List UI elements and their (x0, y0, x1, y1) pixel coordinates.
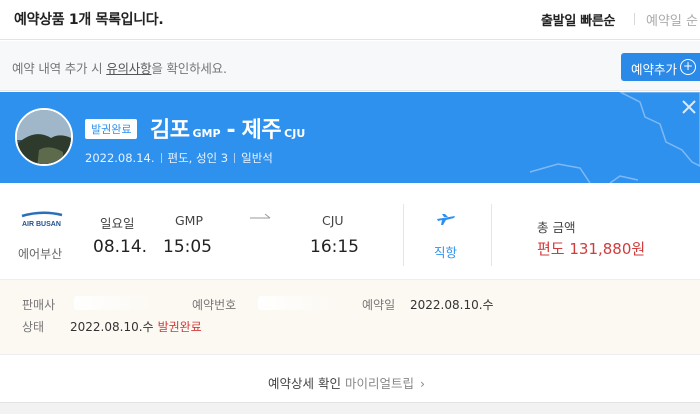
booked-date: 2022.08.10.수 (410, 298, 494, 312)
total-price-label: 총 금액 (537, 220, 576, 235)
notice-text-before: 예약 내역 추가 시 (12, 61, 107, 76)
route-title: 김포 GMP - 제주 CJU (150, 112, 311, 144)
origin-code: GMP (192, 127, 221, 140)
status-value: 2022.08.10.수 발권완료 (70, 318, 202, 335)
meta-divider (234, 153, 236, 163)
seller-redacted (74, 296, 152, 310)
meta-divider (160, 153, 162, 163)
booked-date-label: 예약일 (362, 298, 396, 312)
notice-text: 예약 내역 추가 시 유의사항을 확인하세요. (12, 58, 227, 77)
view-reservation-detail-link[interactable]: 예약상세 확인 마이리얼트립 › (268, 373, 425, 392)
notice-bar: 예약 내역 추가 시 유의사항을 확인하세요. 예약추가 + (0, 41, 700, 91)
close-icon[interactable] (680, 98, 698, 116)
add-reservation-button[interactable]: 예약추가 + (621, 53, 700, 81)
notice-text-after: 을 확인하세요. (151, 61, 227, 76)
status-label: 상태 (22, 320, 45, 334)
route-type: 직항 (434, 245, 458, 260)
status-issued: 발권완료 (157, 320, 202, 334)
sort-divider (634, 13, 635, 25)
seat-class: 일반석 (241, 151, 273, 165)
notice-link[interactable]: 유의사항 (106, 61, 151, 76)
trip-date: 2022.08.14. (85, 151, 155, 165)
departure-date: 08.14. (93, 237, 148, 257)
flight-summary[interactable]: AIR BUSAN 에어부산 일요일 08.14. GMP 15:05 CJU … (0, 196, 700, 276)
list-header: 예약상품 1개 목록입니다. 출발일 빠른순 예약일 순 (0, 0, 700, 40)
route-dash: - (226, 118, 236, 143)
status-date: 2022.08.10.수 (70, 320, 154, 334)
trip-type: 편도, 성인 3 (167, 151, 229, 165)
reservation-details: 판매사 예약번호 예약일 2022.08.10.수 상태 2022.08.10.… (0, 279, 700, 355)
airline-logo-text: AIR BUSAN (22, 221, 61, 228)
flight-divider (403, 204, 404, 266)
plus-circle-icon: + (680, 59, 697, 75)
detail-link-label: 예약상세 확인 (268, 376, 341, 391)
departure-airport: GMP (175, 213, 204, 228)
airline-name: 에어부산 (18, 247, 63, 261)
seller-label: 판매사 (22, 298, 56, 312)
reservation-number-label: 예약번호 (192, 298, 237, 312)
destination-city: 제주 (241, 118, 282, 143)
add-reservation-label: 예약추가 (631, 62, 678, 77)
list-bottom-divider (0, 402, 700, 414)
trip-meta: 2022.08.14. 편도, 성인 3 일반석 (85, 150, 273, 166)
total-price: 편도 131,880원 (537, 240, 646, 258)
reservation-banner[interactable]: 발권완료 김포 GMP - 제주 CJU 2022.08.14. 편도, 성인 3 일반석 (0, 92, 700, 183)
sort-by-booking-date[interactable]: 예약일 순 (646, 10, 698, 29)
reservation-number-redacted (258, 296, 334, 310)
right-arrow-icon (250, 213, 271, 219)
airplane-icon (437, 214, 455, 225)
arrival-airport: CJU (322, 213, 344, 228)
arrival-time: 16:15 (310, 237, 359, 257)
map-background (529, 92, 700, 183)
air-busan-logo: AIR BUSAN (21, 211, 63, 228)
sort-by-departure[interactable]: 출발일 빠른순 (541, 10, 615, 29)
departure-time: 15:05 (163, 237, 212, 257)
departure-day: 일요일 (100, 216, 135, 231)
list-title: 예약상품 1개 목록입니다. (14, 12, 164, 28)
detail-link-sub: 마이리얼트립 (344, 376, 414, 391)
price-divider (491, 204, 492, 266)
origin-city: 김포 (150, 118, 190, 143)
detail-link-row[interactable]: 예약상세 확인 마이리얼트립 › (0, 360, 700, 400)
destination-code: CJU (284, 127, 306, 140)
ticket-status-badge: 발권완료 (85, 119, 138, 139)
destination-photo (15, 108, 73, 166)
chevron-right-icon: › (420, 376, 425, 391)
